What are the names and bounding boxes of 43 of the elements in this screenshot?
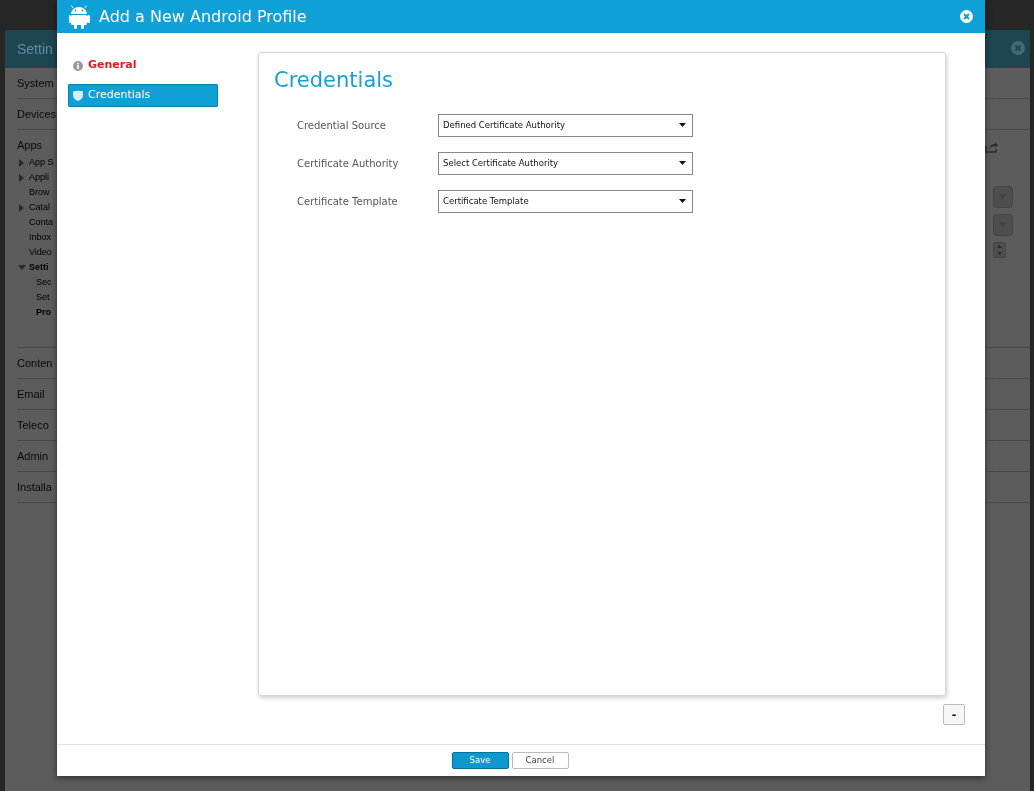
caret-down-icon bbox=[679, 123, 686, 128]
nav-section[interactable]: Admin bbox=[17, 450, 49, 462]
caret-down-icon bbox=[679, 161, 686, 166]
nav-item[interactable]: Conta bbox=[29, 215, 54, 230]
nav-item[interactable]: Video bbox=[29, 245, 52, 260]
nav-item[interactable]: Catal bbox=[29, 200, 50, 215]
nav-item[interactable]: Appli bbox=[29, 170, 49, 185]
spinner-icon bbox=[993, 242, 1006, 258]
share-icon bbox=[985, 141, 999, 153]
close-button[interactable] bbox=[960, 10, 973, 23]
select-field[interactable]: Select Certificate Authority bbox=[438, 151, 693, 175]
nav-item[interactable]: Pro bbox=[36, 305, 51, 320]
nav-item[interactable]: Brow bbox=[29, 185, 50, 200]
caret-down-icon bbox=[679, 199, 686, 204]
nav-item[interactable]: App S bbox=[29, 155, 54, 170]
close-icon bbox=[1011, 41, 1025, 55]
nav-section[interactable]: System bbox=[17, 77, 54, 89]
nav-item[interactable]: Sec bbox=[36, 275, 52, 290]
info-icon bbox=[73, 60, 83, 71]
select-field[interactable]: Certificate Template bbox=[438, 189, 693, 213]
nav-section[interactable]: Conten bbox=[17, 357, 53, 369]
step-tab[interactable]: General bbox=[68, 54, 218, 77]
nav-section[interactable]: Teleco bbox=[17, 419, 49, 431]
field-label: Certificate Authority bbox=[297, 156, 400, 171]
cancel-button[interactable]: Cancel bbox=[511, 752, 569, 769]
step-tab[interactable]: Credentials bbox=[68, 84, 218, 107]
save-button[interactable]: Save bbox=[451, 752, 509, 769]
nav-item[interactable]: Setti bbox=[29, 260, 49, 275]
shield-icon bbox=[73, 90, 83, 101]
nav-section[interactable]: Apps bbox=[17, 139, 43, 151]
panel-title: Settin bbox=[17, 39, 53, 59]
collapse-button[interactable]: - bbox=[943, 704, 965, 725]
nav-item[interactable]: Inbox bbox=[29, 230, 52, 245]
nav-item[interactable]: Set bbox=[36, 290, 50, 305]
nav-section[interactable]: Devices bbox=[17, 108, 57, 120]
select-field[interactable]: Defined Certificate Authority bbox=[438, 113, 693, 137]
nav-section[interactable]: Installa bbox=[17, 481, 52, 493]
field-label: Credential Source bbox=[297, 118, 387, 133]
field-label: Certificate Template bbox=[297, 194, 399, 209]
dialog-title: Add a New Android Profile bbox=[99, 5, 308, 28]
section-title: Credentials bbox=[274, 68, 395, 94]
android-icon bbox=[69, 4, 90, 29]
nav-section[interactable]: Email bbox=[17, 388, 45, 400]
